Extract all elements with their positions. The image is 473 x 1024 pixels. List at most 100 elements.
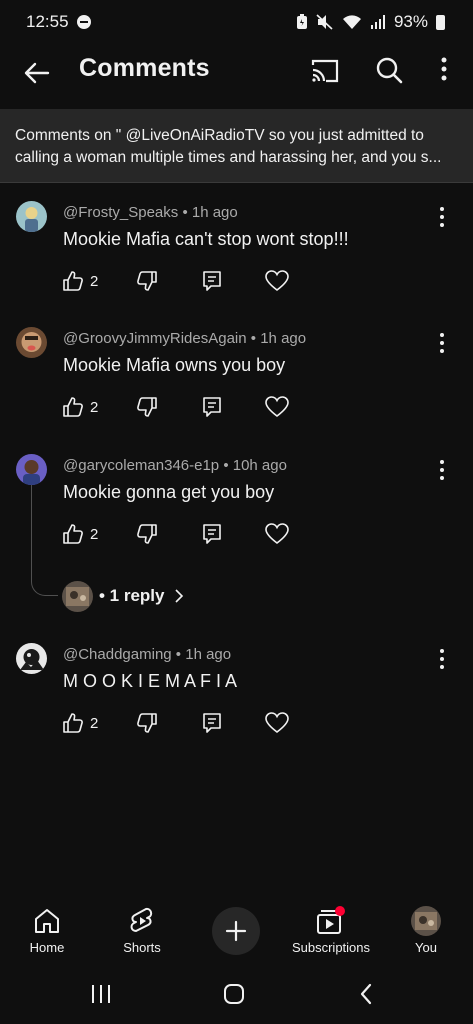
- like-count: 2: [90, 525, 99, 543]
- battery-percent: 93%: [393, 12, 428, 31]
- system-navigation-bar: [0, 966, 473, 1024]
- top-app-bar: Comments: [0, 44, 473, 108]
- reply-button[interactable]: [202, 267, 222, 295]
- comment-reply-icon: [203, 271, 221, 291]
- comment-author[interactable]: @Chaddgaming: [63, 646, 172, 663]
- thumbs-up-icon: [63, 271, 83, 291]
- reply-button[interactable]: [202, 709, 222, 737]
- recent-apps-icon[interactable]: [89, 982, 113, 1006]
- cast-icon[interactable]: [310, 58, 340, 84]
- nav-shorts-label: Shorts: [123, 940, 161, 955]
- comment-time: • 1h ago: [178, 204, 238, 221]
- nav-you-label: You: [415, 940, 437, 955]
- avatar[interactable]: [16, 454, 47, 485]
- reply-button[interactable]: [202, 520, 222, 548]
- heart-icon: [265, 396, 289, 418]
- comment-text: M O O K I E M A F I A: [63, 671, 238, 691]
- avatar[interactable]: [16, 201, 47, 232]
- home-icon: [35, 909, 59, 933]
- comment-meta: @garycoleman346-e1p • 10h ago: [63, 457, 287, 474]
- notification-dot: [335, 906, 345, 916]
- nav-shorts[interactable]: Shorts: [87, 898, 197, 955]
- dislike-button[interactable]: [136, 393, 158, 421]
- do-not-disturb-icon: [76, 15, 91, 29]
- back-arrow-icon[interactable]: [22, 58, 52, 88]
- comment-actions: 2: [62, 393, 302, 421]
- thumbs-down-icon: [137, 397, 157, 417]
- dislike-button[interactable]: [136, 709, 158, 737]
- create-button[interactable]: [212, 907, 260, 955]
- comment-author[interactable]: @garycoleman346-e1p: [63, 457, 219, 474]
- battery-icon: [436, 14, 445, 30]
- like-button[interactable]: 2: [62, 520, 98, 548]
- like-button[interactable]: 2: [62, 267, 98, 295]
- nav-home-label: Home: [29, 940, 65, 955]
- comment-text: Mookie gonna get you boy: [63, 482, 275, 502]
- comment-author[interactable]: @Frosty_Speaks: [63, 204, 178, 221]
- thread-connector: [31, 485, 58, 596]
- video-context-banner[interactable]: Comments on " @LiveOnAiRadioTV so you ju…: [0, 109, 473, 182]
- avatar[interactable]: [16, 327, 47, 358]
- comment-author[interactable]: @GroovyJimmyRidesAgain: [63, 330, 247, 347]
- heart-button[interactable]: [265, 709, 289, 737]
- comment-options-icon[interactable]: [432, 458, 452, 482]
- comment-reply-icon: [203, 397, 221, 417]
- heart-button[interactable]: [265, 520, 289, 548]
- mute-icon: [316, 14, 333, 30]
- thumbs-down-icon: [137, 524, 157, 544]
- comment-actions: 2: [62, 520, 302, 548]
- wifi-icon: [342, 15, 361, 29]
- heart-icon: [265, 523, 289, 545]
- thumbs-down-icon: [137, 271, 157, 291]
- heart-icon: [265, 270, 289, 292]
- banner-line-1: Comments on " @LiveOnAiRadioTV so you ju…: [15, 127, 424, 144]
- nav-you[interactable]: You: [371, 898, 473, 955]
- status-bar: 12:55 93%: [0, 0, 473, 44]
- system-back-icon[interactable]: [355, 982, 379, 1006]
- comment-meta: @GroovyJimmyRidesAgain • 1h ago: [63, 330, 306, 347]
- nav-subscriptions[interactable]: Subscriptions: [276, 898, 386, 955]
- plus-icon: [225, 920, 247, 942]
- heart-button[interactable]: [265, 267, 289, 295]
- comment-text: Mookie Mafia can't stop wont stop!!!: [63, 229, 349, 249]
- more-options-icon[interactable]: [434, 56, 454, 84]
- comment-time: • 1h ago: [171, 646, 232, 663]
- comment-actions: 2: [62, 267, 302, 295]
- search-icon[interactable]: [375, 56, 403, 84]
- heart-button[interactable]: [265, 393, 289, 421]
- battery-saver-icon: [296, 14, 307, 29]
- like-count: 2: [90, 272, 99, 290]
- comment-meta: @Frosty_Speaks • 1h ago: [63, 204, 238, 221]
- bottom-navigation: Home Shorts Subscriptions You: [0, 898, 473, 964]
- view-replies-button[interactable]: • 1 reply: [62, 580, 187, 612]
- banner-line-2: calling a woman multiple times and haras…: [15, 149, 442, 166]
- comment-time: • 1h ago: [246, 330, 307, 347]
- heart-icon: [265, 712, 289, 734]
- comment-time: • 10h ago: [219, 457, 287, 474]
- thumbs-up-icon: [63, 397, 83, 417]
- comment-actions: 2: [62, 709, 302, 737]
- clock: 12:55: [26, 12, 69, 31]
- comment-meta: @Chaddgaming • 1h ago: [63, 646, 231, 663]
- comment-options-icon[interactable]: [432, 647, 452, 671]
- reply-button[interactable]: [202, 393, 222, 421]
- home-button-icon[interactable]: [222, 982, 246, 1006]
- divider: [0, 182, 473, 183]
- thumbs-up-icon: [63, 524, 83, 544]
- avatar[interactable]: [16, 643, 47, 674]
- like-button[interactable]: 2: [62, 393, 98, 421]
- thumbs-up-icon: [63, 713, 83, 733]
- like-count: 2: [90, 398, 99, 416]
- replies-count: • 1 reply: [99, 586, 165, 605]
- comment-options-icon[interactable]: [432, 331, 452, 355]
- thumbs-down-icon: [137, 713, 157, 733]
- page-title: Comments: [79, 54, 210, 82]
- like-button[interactable]: 2: [62, 709, 98, 737]
- reply-avatar: [62, 580, 93, 612]
- comment-options-icon[interactable]: [432, 205, 452, 229]
- dislike-button[interactable]: [136, 267, 158, 295]
- shorts-icon: [130, 907, 153, 932]
- dislike-button[interactable]: [136, 520, 158, 548]
- like-count: 2: [90, 714, 99, 732]
- comment-text: Mookie Mafia owns you boy: [63, 355, 286, 375]
